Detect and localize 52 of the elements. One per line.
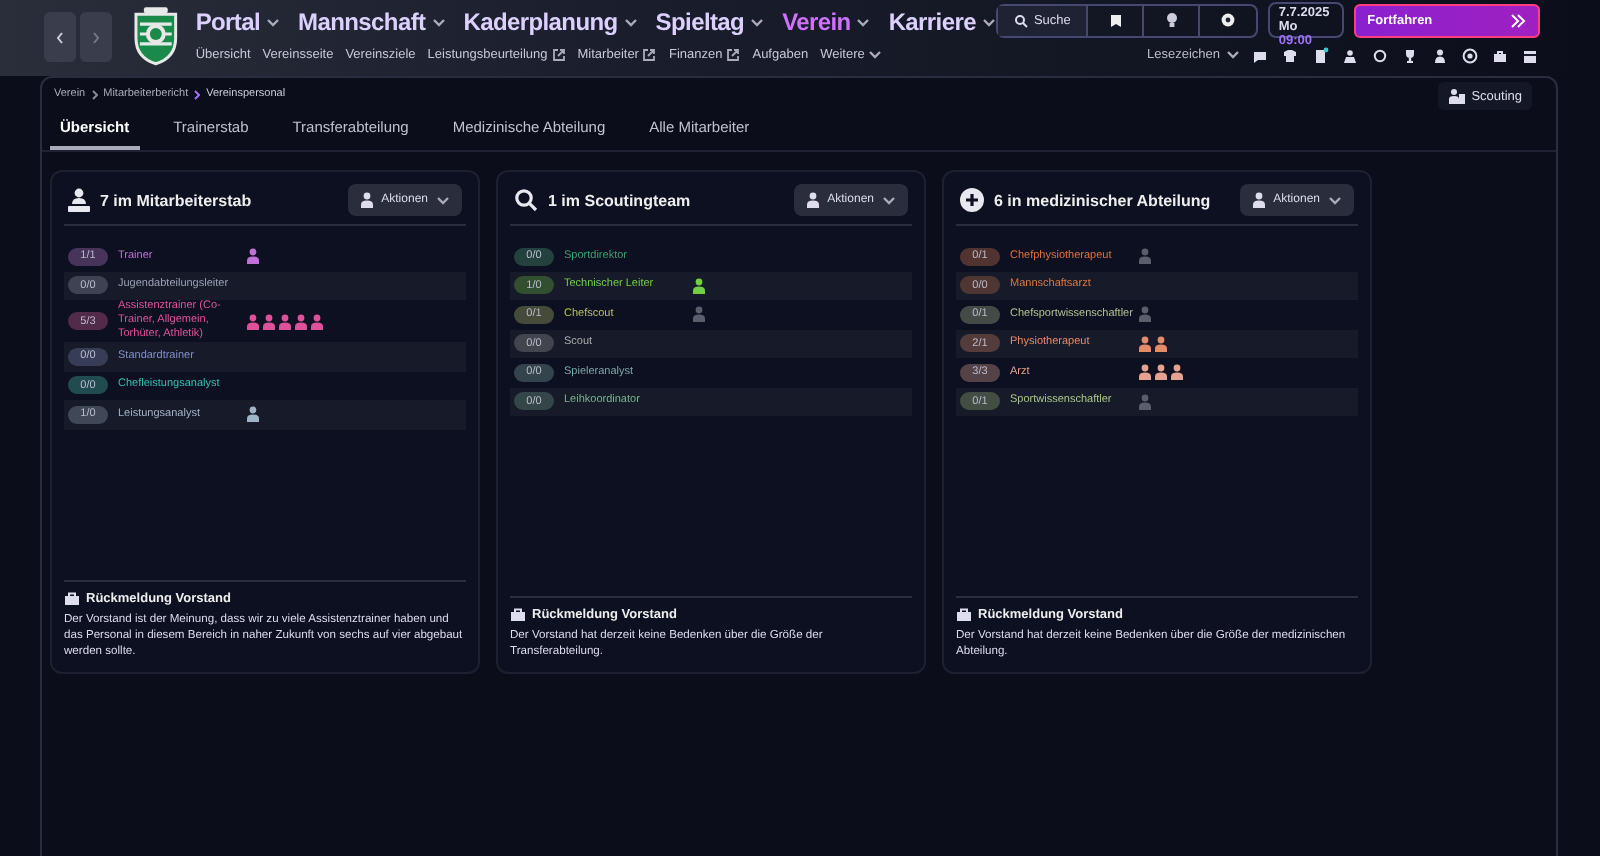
chevron-right-icon <box>92 31 100 43</box>
plus-circle-icon <box>960 188 984 212</box>
bookmark-icon <box>1109 13 1122 27</box>
chevron-down-icon <box>436 195 450 205</box>
calendar-icon[interactable] <box>1520 45 1540 65</box>
panel-title: 6 in medizinischer Abteilung <box>994 191 1211 209</box>
settings-icon <box>1220 12 1237 28</box>
chevron-down-icon <box>431 17 446 27</box>
nav-menu[interactable]: Kaderplanung <box>463 8 638 36</box>
search-icon <box>514 188 538 212</box>
chevron-left-icon <box>56 31 64 43</box>
chevron-down-icon <box>882 195 896 205</box>
person-icon <box>805 192 820 208</box>
chevron-down-icon <box>981 17 996 27</box>
briefcase-icon <box>956 608 972 622</box>
nav-menu[interactable]: Karriere <box>888 8 996 36</box>
person-icon <box>1251 192 1266 208</box>
lightbulb-icon <box>1165 12 1178 28</box>
person-icon[interactable] <box>1340 45 1360 65</box>
person-icon <box>359 192 374 208</box>
shirt-icon[interactable] <box>1280 45 1300 65</box>
chevron-down-icon <box>623 17 638 27</box>
briefcase-icon <box>64 592 80 606</box>
external-link-icon <box>642 48 657 62</box>
nav-menu[interactable]: Spieltag <box>655 8 765 36</box>
search-icon <box>1013 13 1028 27</box>
chevron-down-icon <box>856 17 871 27</box>
circle-icon[interactable] <box>1370 45 1390 65</box>
target-icon[interactable] <box>1460 45 1480 65</box>
person-icon[interactable] <box>1430 45 1450 65</box>
nav-menu[interactable]: Mannschaft <box>298 8 446 36</box>
chevron-down-icon <box>750 17 765 27</box>
person-pedestal-icon <box>68 188 90 212</box>
people-icon <box>1447 88 1466 104</box>
panel-title: 1 im Scoutingteam <box>548 191 691 209</box>
external-link-icon <box>551 48 566 62</box>
chevron-right-icon <box>91 89 98 99</box>
external-link-icon <box>726 48 741 62</box>
club-crest-icon <box>132 6 180 66</box>
briefcase-icon[interactable] <box>1490 45 1510 65</box>
briefcase-icon <box>510 608 526 622</box>
chevron-down-icon <box>1328 195 1342 205</box>
nav-menu[interactable]: Portal <box>195 8 281 36</box>
trophy-icon[interactable] <box>1400 45 1420 65</box>
clipboard-icon[interactable] <box>1310 45 1330 65</box>
chevron-down-icon <box>266 17 281 27</box>
chevron-down-icon <box>868 50 883 60</box>
nav-menu[interactable]: Verein <box>782 8 871 36</box>
panel-title: 7 im Mitarbeiterstab <box>100 191 252 209</box>
chevron-right-icon <box>194 89 201 99</box>
double-chevron-icon <box>1510 13 1526 27</box>
chevron-down-icon <box>1226 50 1240 60</box>
